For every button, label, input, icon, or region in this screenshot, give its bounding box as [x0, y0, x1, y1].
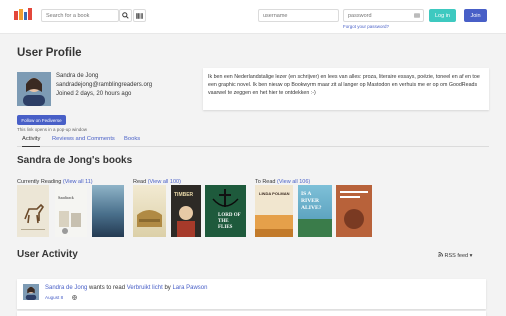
- book-cover-title: Saadtrack: [58, 195, 74, 200]
- activity-book-link[interactable]: Verbruikt licht: [127, 285, 163, 291]
- tab-books[interactable]: Books: [124, 136, 140, 147]
- rss-feed-dropdown[interactable]: RSS feed ▾: [438, 251, 473, 259]
- book-cover[interactable]: LORD OF THE FLIES: [205, 185, 246, 237]
- login-button[interactable]: Log in: [429, 9, 456, 22]
- tab-reviews-comments[interactable]: Reviews and Comments: [52, 136, 115, 147]
- password-input[interactable]: [343, 9, 424, 22]
- avatar: [17, 72, 51, 106]
- book-cover[interactable]: [92, 185, 124, 237]
- follow-note: This link opens in a pop-up window: [17, 127, 88, 132]
- activity-by: by: [164, 285, 171, 291]
- books-section-title: Sandra de Jong's books: [17, 155, 133, 166]
- book-cover[interactable]: [336, 185, 372, 237]
- book-cover[interactable]: [133, 185, 166, 237]
- barcode-icon: [136, 12, 143, 19]
- activity-card: Sandra de Jong wants to read Verbruikt l…: [17, 279, 486, 309]
- book-cover[interactable]: Saadtrack: [55, 185, 87, 237]
- tab-activity[interactable]: Activity: [22, 136, 41, 147]
- activity-text: Sandra de Jong wants to read Verbruikt l…: [45, 285, 207, 291]
- activity-user-link[interactable]: Sandra de Jong: [45, 285, 87, 291]
- book-cover[interactable]: IS A RIVER ALIVE?: [298, 185, 332, 237]
- forgot-password-link[interactable]: Forgot your password?: [343, 24, 389, 29]
- book-cover-title: IS A RIVER ALIVE?: [301, 191, 322, 211]
- activity-card: [17, 311, 486, 316]
- search-input[interactable]: [41, 9, 119, 22]
- book-cover[interactable]: TIMBER: [171, 185, 201, 237]
- search-icon: [122, 12, 129, 19]
- profile-handle[interactable]: sandradejong@ramblingreaders.org: [56, 82, 152, 88]
- book-cover-title: TIMBER: [174, 192, 194, 198]
- activity-action: wants to read: [89, 285, 126, 291]
- follow-fediverse-button[interactable]: Follow on Fediverse: [17, 115, 66, 125]
- activity-avatar[interactable]: [23, 284, 39, 300]
- book-cover[interactable]: [17, 185, 49, 237]
- page-title: User Profile: [17, 47, 82, 59]
- book-cover-author: LINDA POLMAN: [259, 191, 290, 196]
- logo-icon[interactable]: [14, 8, 32, 22]
- rss-feed-label: RSS feed: [444, 253, 469, 259]
- activity-date-link[interactable]: August 8: [45, 295, 63, 300]
- username-input[interactable]: [258, 9, 339, 22]
- activity-title: User Activity: [17, 249, 78, 260]
- book-cover-title: LORD OF THE FLIES: [218, 213, 241, 230]
- join-button[interactable]: Join: [464, 9, 487, 22]
- chevron-down-icon: ▾: [469, 253, 473, 259]
- activity-author-link[interactable]: Lara Pawson: [172, 285, 207, 291]
- globe-icon: [72, 295, 77, 300]
- profile-joined: Joined 2 days, 20 hours ago: [56, 91, 132, 97]
- search-button[interactable]: [119, 9, 132, 22]
- book-cover[interactable]: LINDA POLMAN: [255, 185, 293, 237]
- profile-tabs: Activity Reviews and Comments Books: [17, 134, 489, 147]
- password-manager-icon: [414, 13, 420, 18]
- navbar: Forgot your password? Log in Join: [0, 0, 506, 34]
- barcode-scanner-button[interactable]: [133, 9, 146, 22]
- profile-bio: Ik ben een Nederlandstalige lezer (en sc…: [203, 68, 489, 110]
- profile-name: Sandra de Jong: [56, 73, 99, 79]
- rss-icon: [438, 251, 444, 257]
